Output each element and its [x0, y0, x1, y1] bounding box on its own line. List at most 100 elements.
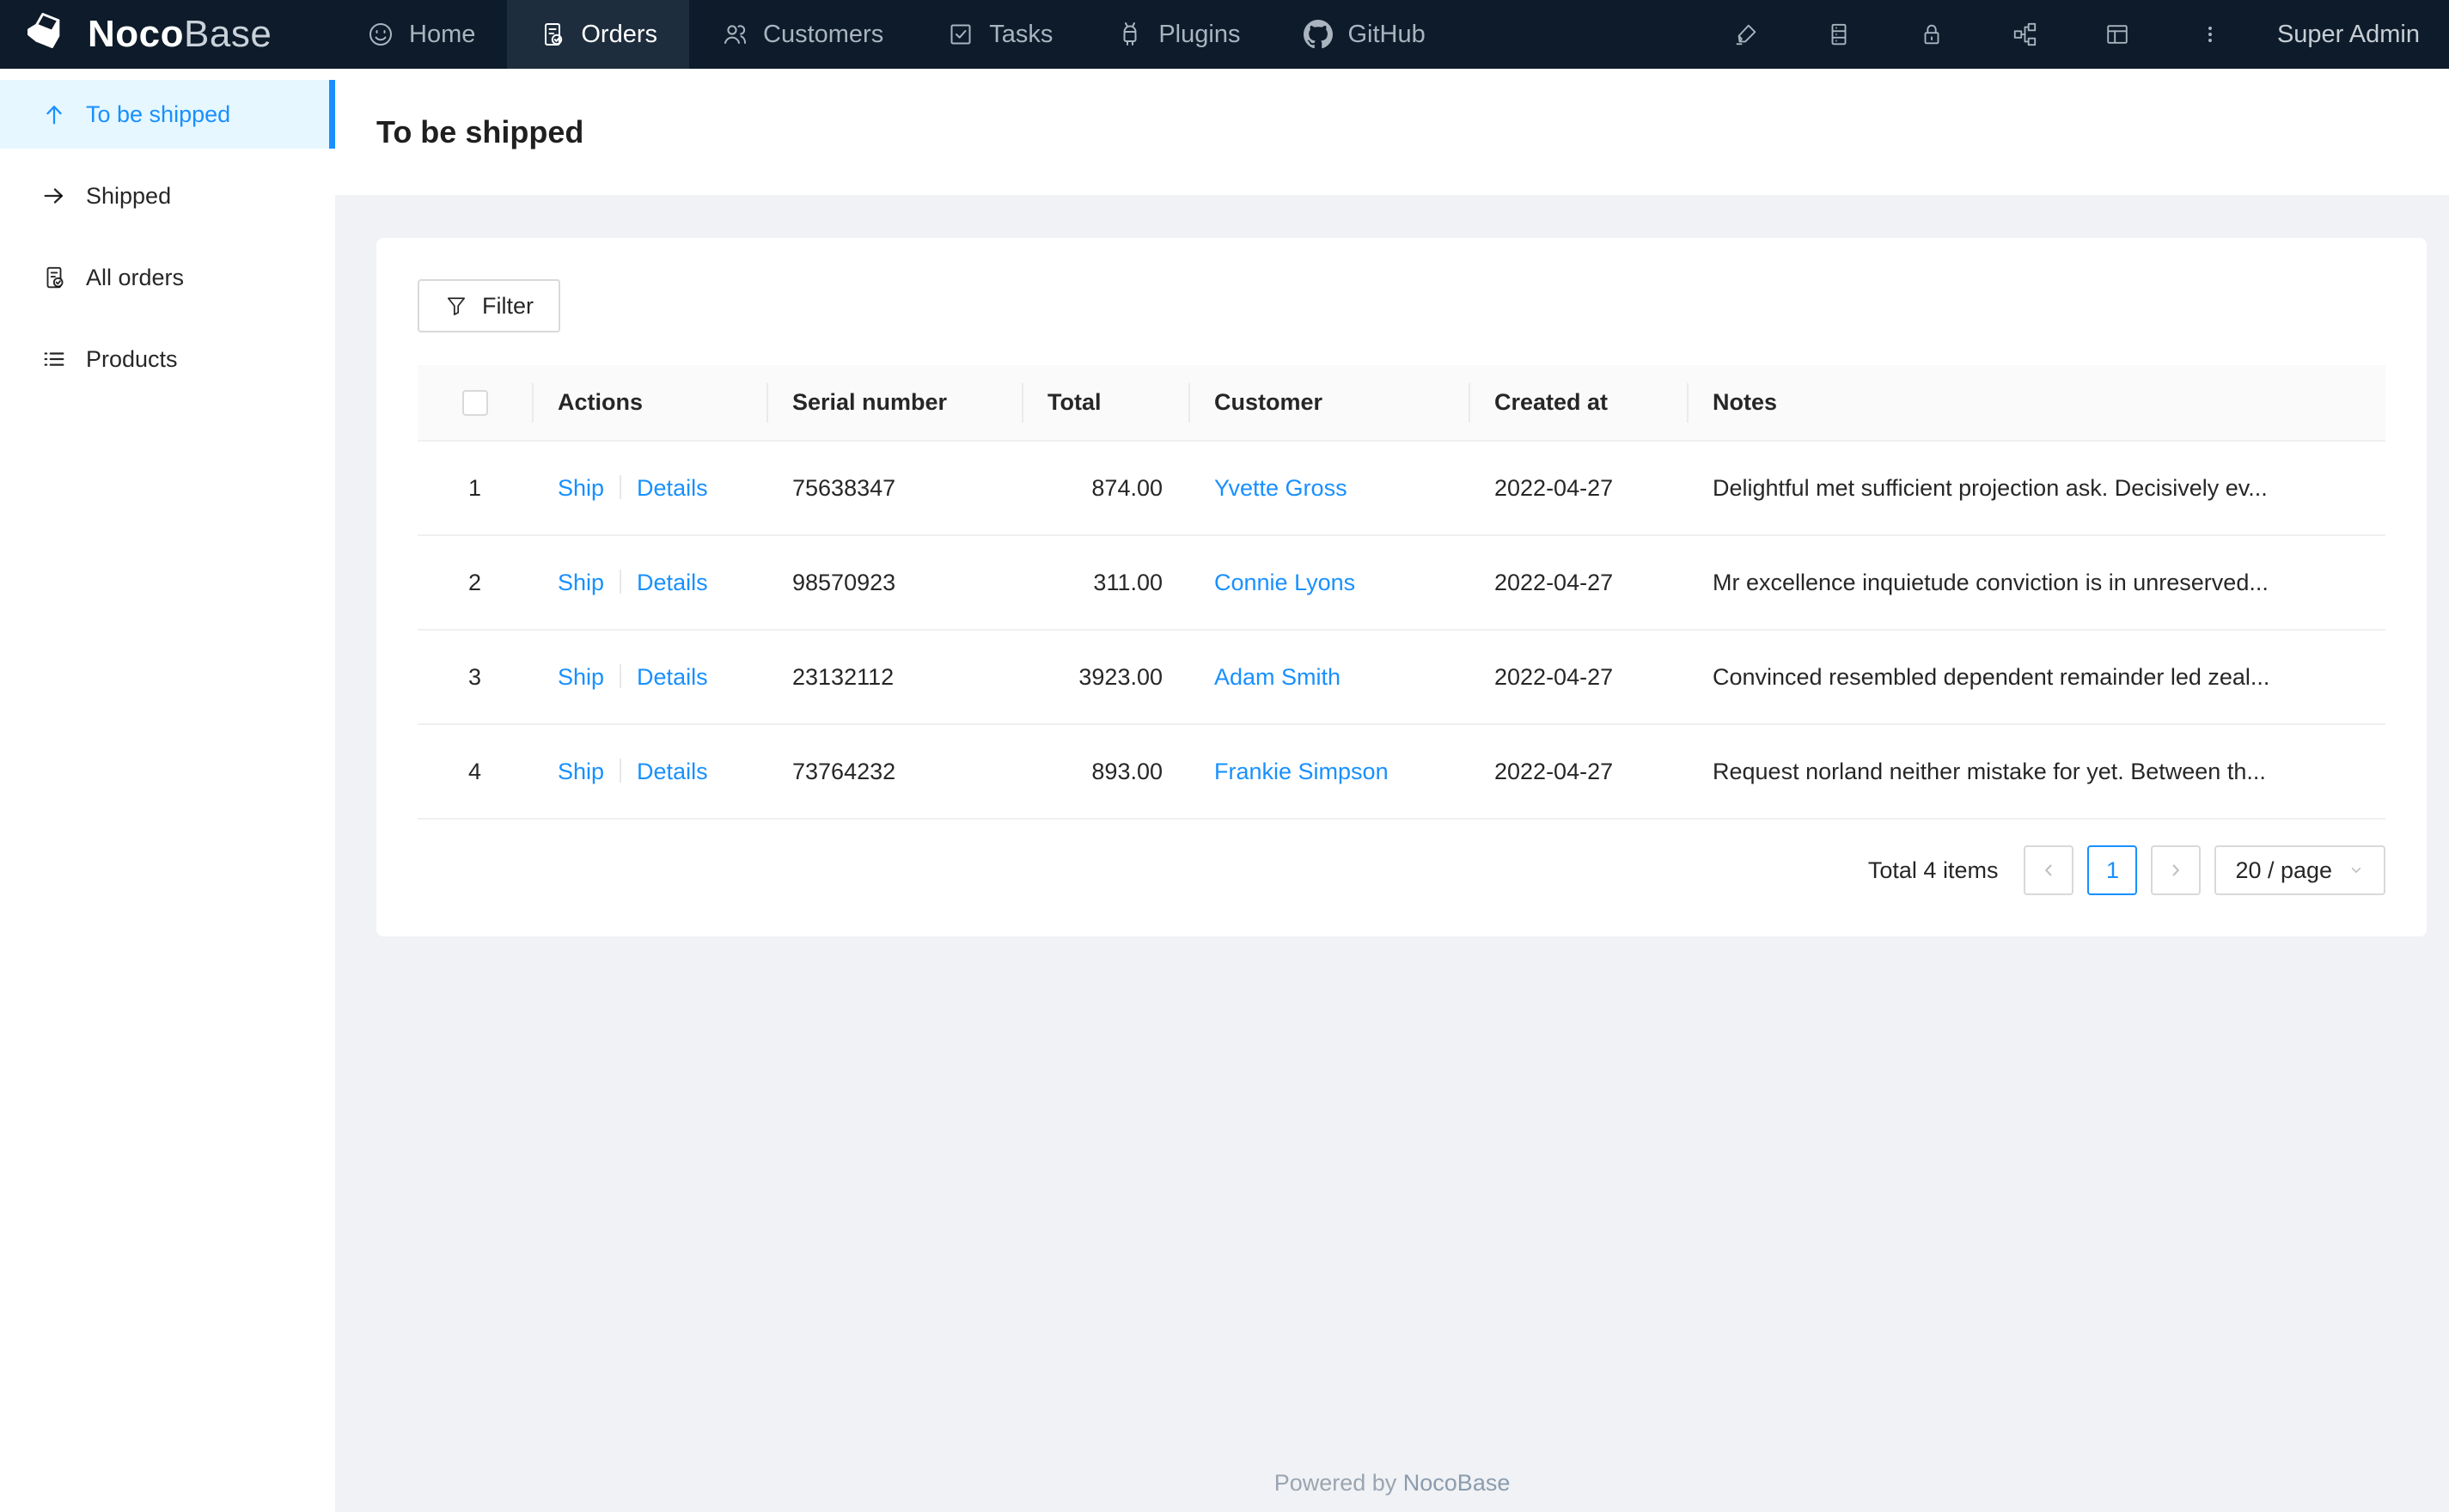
nav-item-github[interactable]: GitHub: [1272, 0, 1457, 69]
customer-link[interactable]: Frankie Simpson: [1214, 759, 1389, 784]
check-square-icon: [947, 21, 974, 48]
customer-cell: Adam Smith: [1188, 630, 1469, 725]
details-link[interactable]: Details: [637, 570, 708, 595]
chevron-down-icon: [2348, 862, 2365, 879]
customer-link[interactable]: Adam Smith: [1214, 664, 1341, 690]
page-size-value: 20 / page: [2235, 857, 2333, 883]
serial-number-cell: 75638347: [766, 441, 1022, 536]
partition-icon: [2012, 21, 2037, 47]
orders-card: Filter Actions Serial number Total Custo…: [376, 238, 2428, 936]
details-link[interactable]: Details: [637, 475, 708, 501]
row-index: 3: [418, 630, 532, 725]
page-title: To be shipped: [376, 113, 584, 149]
ui-editor-button[interactable]: [1700, 0, 1792, 69]
lock-icon: [1919, 21, 1945, 47]
arrow-right-icon: [41, 183, 67, 209]
column-header-stub: [2317, 365, 2386, 442]
stub-cell: [2317, 535, 2386, 631]
nav-item-label: Tasks: [989, 20, 1053, 48]
permissions-button[interactable]: [1885, 0, 1978, 69]
created-at-cell: 2022-04-27: [1469, 724, 1687, 820]
nav-item-label: Plugins: [1158, 20, 1241, 48]
pagination-total: Total 4 items: [1867, 857, 1999, 883]
sidebar-item-label: Shipped: [86, 182, 172, 209]
page-size-select[interactable]: 20 / page: [2214, 845, 2386, 895]
notes-cell: Mr excellence inquietude conviction is i…: [1687, 535, 2318, 631]
file-done-icon: [41, 265, 67, 290]
filter-button[interactable]: Filter: [418, 279, 560, 332]
total-cell: 874.00: [1022, 441, 1188, 536]
row-actions: Ship Details: [532, 441, 766, 536]
collections-button[interactable]: [1792, 0, 1885, 69]
sidebar-item-all-orders[interactable]: All orders: [0, 243, 335, 312]
row-index: 4: [418, 724, 532, 820]
workflow-button[interactable]: [1978, 0, 2071, 69]
notes-cell: Delightful met sufficient projection ask…: [1687, 441, 2318, 536]
sidebar: To be shipped Shipped All orders Product…: [0, 69, 335, 1512]
more-vertical-icon: [2197, 21, 2223, 47]
ship-link[interactable]: Ship: [558, 570, 604, 595]
action-divider: [620, 569, 622, 594]
sidebar-item-label: Products: [86, 345, 178, 372]
pagination-next-button[interactable]: [2151, 845, 2202, 895]
highlighter-icon: [1733, 21, 1759, 47]
column-header-notes: Notes: [1687, 365, 2318, 442]
layout-icon: [2104, 21, 2130, 47]
action-divider: [620, 474, 622, 499]
serial-number-cell: 98570923: [766, 535, 1022, 631]
ship-link[interactable]: Ship: [558, 664, 604, 690]
main-menu: Home Orders Customers Tasks Plugins GitH…: [335, 0, 1457, 69]
total-cell: 3923.00: [1022, 630, 1188, 725]
more-menu-button[interactable]: [2164, 0, 2257, 69]
column-header-total: Total: [1022, 365, 1188, 442]
serial-number-cell: 73764232: [766, 724, 1022, 820]
pagination-page-1[interactable]: 1: [2087, 845, 2138, 895]
select-all-header-cell: [418, 365, 532, 442]
arrow-up-icon: [41, 101, 67, 127]
customer-cell: Yvette Gross: [1188, 441, 1469, 536]
sidebar-item-to-be-shipped[interactable]: To be shipped: [0, 80, 335, 149]
action-divider: [620, 758, 622, 783]
sidebar-item-label: All orders: [86, 264, 185, 290]
stub-cell: [2317, 630, 2386, 725]
nav-item-label: Customers: [763, 20, 884, 48]
serial-number-cell: 23132112: [766, 630, 1022, 725]
footer: Powered by NocoBase: [335, 1470, 2449, 1512]
total-cell: 893.00: [1022, 724, 1188, 820]
sidebar-item-shipped[interactable]: Shipped: [0, 162, 335, 230]
nav-item-tasks[interactable]: Tasks: [915, 0, 1084, 69]
robot-icon: [1116, 21, 1144, 48]
layout-button[interactable]: [2071, 0, 2164, 69]
details-link[interactable]: Details: [637, 759, 708, 784]
row-actions: Ship Details: [532, 535, 766, 631]
nav-item-customers[interactable]: Customers: [689, 0, 915, 69]
customer-link[interactable]: Connie Lyons: [1214, 570, 1355, 595]
nocobase-footer-link[interactable]: NocoBase: [1403, 1470, 1511, 1496]
pagination: Total 4 items 1 20 / page: [418, 845, 2386, 895]
created-at-cell: 2022-04-27: [1469, 441, 1687, 536]
select-all-checkbox[interactable]: [461, 390, 488, 417]
pagination-prev-button[interactable]: [2024, 845, 2074, 895]
ship-link[interactable]: Ship: [558, 475, 604, 501]
database-icon: [1826, 21, 1852, 47]
nav-item-plugins[interactable]: Plugins: [1084, 0, 1272, 69]
column-header-actions: Actions: [532, 365, 766, 442]
nav-item-label: Orders: [581, 20, 657, 48]
customer-cell: Connie Lyons: [1188, 535, 1469, 631]
top-navbar: NocoBase Home Orders Customers Tasks Plu…: [0, 0, 2449, 69]
nav-item-label: Home: [409, 20, 476, 48]
stub-cell: [2317, 724, 2386, 820]
nav-item-home[interactable]: Home: [335, 0, 507, 69]
created-at-cell: 2022-04-27: [1469, 630, 1687, 725]
user-menu[interactable]: Super Admin: [2257, 21, 2434, 49]
ship-link[interactable]: Ship: [558, 759, 604, 784]
created-at-cell: 2022-04-27: [1469, 535, 1687, 631]
sidebar-item-products[interactable]: Products: [0, 325, 335, 393]
table-header-row: Actions Serial number Total Customer Cre…: [418, 365, 2386, 442]
unordered-list-icon: [41, 346, 67, 372]
customer-link[interactable]: Yvette Gross: [1214, 475, 1347, 501]
app-logo[interactable]: NocoBase: [0, 0, 335, 69]
details-link[interactable]: Details: [637, 664, 708, 690]
nav-item-orders[interactable]: Orders: [507, 0, 689, 69]
sidebar-item-label: To be shipped: [86, 101, 231, 127]
